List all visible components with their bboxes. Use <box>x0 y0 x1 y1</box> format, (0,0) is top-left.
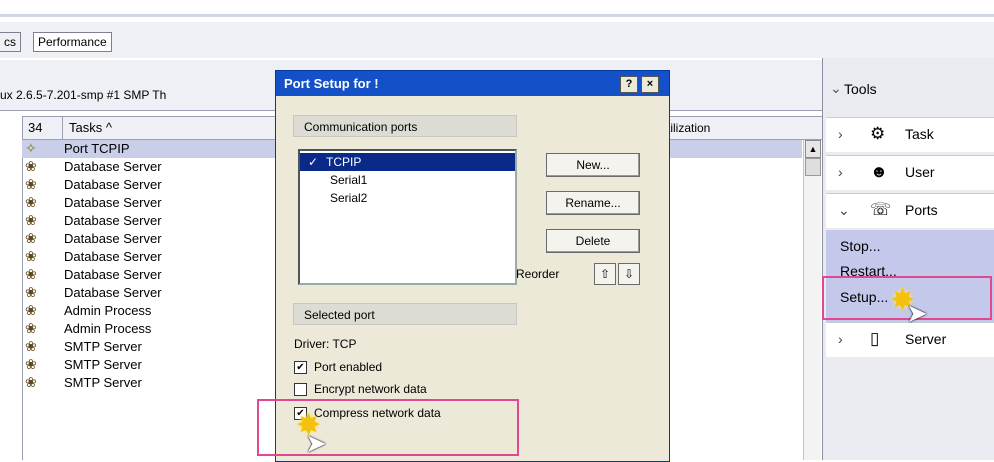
gear-icon: ❀ <box>25 194 37 210</box>
port-enabled-label: Port enabled <box>314 360 383 374</box>
move-down-button[interactable]: ⇩ <box>618 263 640 285</box>
column-count[interactable]: 34 <box>28 120 42 135</box>
help-button[interactable]: ? <box>620 76 638 93</box>
tab-performance[interactable]: Performance <box>33 32 112 52</box>
scroll-thumb[interactable] <box>805 158 821 176</box>
selected-port-header: Selected port <box>293 303 517 325</box>
chevron-down-icon: ⌄ <box>830 80 842 96</box>
check-icon: ✓ <box>308 155 319 169</box>
close-button[interactable]: × <box>641 76 659 93</box>
gear-icon: ❀ <box>25 158 37 174</box>
gear-icon: ❀ <box>25 338 37 354</box>
tab-bar: cs Performance <box>0 22 994 59</box>
tool-user[interactable]: › ☻ User <box>826 155 994 190</box>
chevron-right-icon: › <box>838 331 843 347</box>
stop-item[interactable]: Stop... <box>840 238 880 254</box>
task-scrollbar[interactable]: ▲ <box>803 140 821 460</box>
gear-icon: ❀ <box>25 266 37 282</box>
encrypt-checkbox[interactable] <box>294 383 307 396</box>
mouse-cursor-icon: ➤ <box>906 298 928 328</box>
new-button[interactable]: New... <box>546 153 640 177</box>
comm-ports-header: Communication ports <box>293 115 517 137</box>
top-divider <box>0 14 994 17</box>
dialog-title: Port Setup for ! <box>284 76 379 91</box>
gear-icon: ❀ <box>25 176 37 192</box>
server-icon: ▯ <box>870 329 880 348</box>
list-item[interactable]: Serial2 <box>300 189 515 207</box>
user-icon: ☻ <box>870 162 888 181</box>
chevron-down-icon: ⌄ <box>838 202 850 218</box>
tab-cs[interactable]: cs <box>0 32 21 52</box>
gear-icon: ❀ <box>25 374 37 390</box>
gear-icon: ❀ <box>25 212 37 228</box>
ports-listbox[interactable]: ✓ TCPIP Serial1 Serial2 <box>298 149 517 285</box>
port-task-icon: ✧ <box>25 140 37 156</box>
server-version: ux 2.6.5-7.201-smp #1 SMP Th <box>0 88 167 102</box>
tools-title: Tools <box>844 81 877 97</box>
column-tasks[interactable]: Tasks ^ <box>62 117 112 139</box>
reorder-label: Reorder <box>516 267 560 281</box>
gear-icon: ❀ <box>25 230 37 246</box>
tool-ports[interactable]: ⌄ ☏ Ports <box>826 193 994 228</box>
plug-icon: ☏ <box>870 200 892 219</box>
tools-header[interactable]: ⌄ Tools <box>824 62 994 108</box>
task-gear-icon: ⚙ <box>870 124 886 143</box>
scroll-up-button[interactable]: ▲ <box>805 140 821 158</box>
gear-icon: ❀ <box>25 302 37 318</box>
gear-icon: ❀ <box>25 248 37 264</box>
move-up-button[interactable]: ⇧ <box>594 263 616 285</box>
top-strip: ​ <box>0 0 994 22</box>
gear-icon: ❀ <box>25 320 37 336</box>
list-item[interactable]: Serial1 <box>300 171 515 189</box>
chevron-right-icon: › <box>838 126 843 142</box>
encrypt-label: Encrypt network data <box>314 382 427 396</box>
driver-label: Driver: TCP <box>294 337 357 351</box>
tool-task[interactable]: › ⚙ Task <box>826 117 994 152</box>
mouse-cursor-icon: ➤ <box>305 428 327 458</box>
column-utilization[interactable]: tilization <box>667 117 710 139</box>
port-enabled-checkbox[interactable]: ✔ <box>294 361 307 374</box>
gear-icon: ❀ <box>25 356 37 372</box>
list-item[interactable]: ✓ TCPIP <box>300 153 515 171</box>
rename-button[interactable]: Rename... <box>546 191 640 215</box>
gear-icon: ❀ <box>25 284 37 300</box>
delete-button[interactable]: Delete <box>546 229 640 253</box>
chevron-right-icon: › <box>838 164 843 180</box>
dialog-title-bar[interactable]: Port Setup for ! ? × <box>276 71 669 96</box>
